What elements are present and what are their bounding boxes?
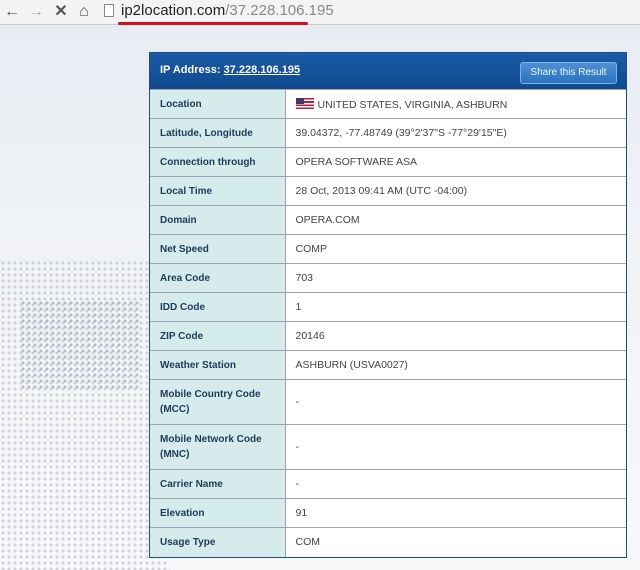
field-value: 39.04372, -77.48749 (39°2'37"S -77°29'15… [285,118,626,148]
table-row: Net Speed COMP [150,234,626,264]
field-value-text: 20146 [295,330,325,342]
field-value: OPERA SOFTWARE ASA [285,147,626,177]
field-value: - [285,424,626,470]
field-label: Mobile Network Code (MNC) [150,424,286,470]
field-value: - [285,469,626,499]
field-label: Net Speed [150,234,286,264]
field-value-text: OPERA.COM [295,214,360,226]
table-row: Connection through OPERA SOFTWARE ASA [150,147,626,177]
field-value-text: OPERA SOFTWARE ASA [295,156,418,168]
table-row: Elevation 91 [150,498,626,528]
field-value: - [285,379,626,425]
browser-toolbar: ← → ✕ ⌂ ip2location.com/37.228.106.195 [0,0,640,25]
field-label: Weather Station [150,350,286,380]
field-value-text: 28 Oct, 2013 09:41 AM (UTC -04:00) [295,185,468,197]
field-value-text: - [295,441,300,453]
page-icon [104,4,114,17]
table-row: IDD Code 1 [150,292,626,322]
field-value-text: 39.04372, -77.48749 (39°2'37"S -77°29'15… [295,127,507,139]
address-bar[interactable]: ip2location.com/37.228.106.195 [121,1,334,21]
table-row: Local Time 28 Oct, 2013 09:41 AM (UTC -04… [150,176,626,206]
forward-arrow-icon[interactable]: → [27,0,45,24]
url-highlight-underline [118,22,308,25]
field-value-text: 703 [295,272,314,284]
ip-address-link[interactable]: 37.228.106.195 [224,64,300,76]
field-value: 28 Oct, 2013 09:41 AM (UTC -04:00) [285,176,626,206]
table-row: Domain OPERA.COM [150,205,626,235]
share-result-button[interactable]: Share this Result [520,62,617,84]
ip-result-panel: IP Address: 37.228.106.195 Share this Re… [149,52,627,558]
back-arrow-icon[interactable]: ← [3,0,21,24]
url-domain: ip2location.com [121,2,226,19]
field-value-text: - [295,396,300,408]
field-value: 1 [285,292,626,322]
field-label: Latitude, Longitude [150,118,286,148]
field-value: 703 [285,263,626,293]
table-row: Location UNITED STATES, VIRGINIA, ASHBURN [150,89,626,119]
table-row: ZIP Code 20146 [150,321,626,351]
field-label: ZIP Code [150,321,286,351]
field-label: Connection through [150,147,286,177]
field-label: Domain [150,205,286,235]
field-value-text: UNITED STATES, VIRGINIA, ASHBURN [317,98,508,111]
field-value-text: ASHBURN (USVA0027) [295,359,408,371]
field-value: COMP [285,234,626,264]
field-value-text: COMP [295,243,328,255]
field-value: UNITED STATES, VIRGINIA, ASHBURN [285,89,626,119]
field-value-text: 1 [295,301,302,313]
ip-details-table: Location UNITED STATES, VIRGINIA, ASHBURN… [150,89,626,557]
field-label: Mobile Country Code (MCC) [150,379,286,425]
field-value-text: 91 [295,507,308,519]
field-value-text: - [295,478,300,490]
field-value: ASHBURN (USVA0027) [285,350,626,380]
ip-address-heading: IP Address: 37.228.106.195 [160,64,300,76]
table-row: Mobile Network Code (MNC) - [150,424,626,470]
field-label: Location [150,89,286,119]
table-row: Usage Type COM [150,527,626,557]
stop-icon[interactable]: ✕ [52,0,70,24]
table-row: Area Code 703 [150,263,626,293]
field-label: Carrier Name [150,469,286,499]
table-row: Mobile Country Code (MCC) - [150,379,626,425]
field-value: 91 [285,498,626,528]
field-label: Usage Type [150,527,286,557]
home-icon[interactable]: ⌂ [75,0,93,24]
field-label: Local Time [150,176,286,206]
table-row: Latitude, Longitude 39.04372, -77.48749 (… [150,118,626,148]
ip-address-label: IP Address: [160,64,221,76]
table-row: Carrier Name - [150,469,626,499]
field-value-text: COM [295,536,321,549]
table-row: Weather Station ASHBURN (USVA0027) [150,350,626,380]
field-label: IDD Code [150,292,286,322]
field-value: OPERA.COM [285,205,626,235]
url-path: /37.228.106.195 [225,2,334,19]
us-flag-icon [295,97,314,109]
world-map-decoration-dense [20,300,140,390]
field-label: Area Code [150,263,286,293]
field-value: COM [285,527,626,557]
field-value: 20146 [285,321,626,351]
field-label: Elevation [150,498,286,528]
panel-header: IP Address: 37.228.106.195 Share this Re… [150,53,626,89]
